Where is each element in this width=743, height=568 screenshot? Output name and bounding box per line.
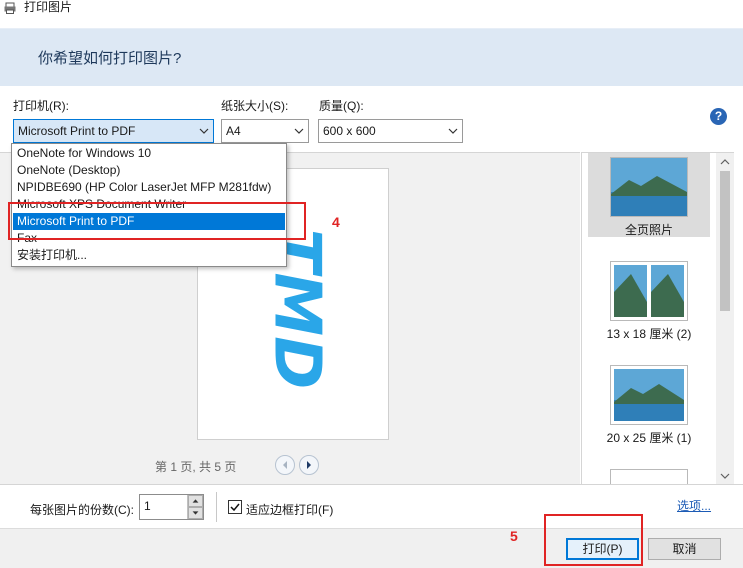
- copies-label: 每张图片的份数(C):: [30, 503, 134, 517]
- chevron-down-icon: [448, 128, 458, 134]
- chevron-left-icon: [283, 461, 287, 469]
- landscape-photo-icon: [614, 369, 684, 421]
- page-indicator: 第 1 页, 共 5 页: [155, 460, 237, 474]
- annotation-number-5: 5: [510, 528, 518, 544]
- window-title: 打印图片: [24, 0, 73, 14]
- layout-thumbnail: [610, 469, 688, 484]
- layout-list: 全页照片 13 x 18 厘米 (2) 20 x 25 厘米 (1): [581, 152, 716, 484]
- scroll-down-icon[interactable]: [720, 471, 730, 481]
- paper-size-label: 纸张大小(S):: [221, 99, 289, 113]
- fit-checkbox[interactable]: [228, 500, 242, 514]
- layout-thumbnail: [610, 365, 688, 425]
- paper-size-select[interactable]: A4: [221, 119, 309, 143]
- annotation-box-5: [544, 514, 643, 566]
- annotation-box-4: [8, 202, 306, 240]
- quality-label: 质量(Q):: [319, 99, 364, 113]
- next-page-button[interactable]: [299, 455, 319, 475]
- scroll-up-icon[interactable]: [720, 157, 730, 167]
- printer-select[interactable]: Microsoft Print to PDF: [13, 119, 214, 143]
- layout-item-partial[interactable]: [588, 465, 710, 484]
- dropdown-item[interactable]: 安装打印机...: [13, 247, 285, 264]
- layout-caption: 20 x 25 厘米 (1): [606, 431, 692, 445]
- paper-size-value: A4: [226, 124, 241, 138]
- cancel-button[interactable]: 取消: [648, 538, 721, 560]
- annotation-number-4: 4: [332, 214, 340, 230]
- chevron-right-icon: [307, 461, 311, 469]
- header-band: 你希望如何打印图片?: [0, 28, 743, 86]
- layout-caption: 全页照片: [624, 223, 673, 237]
- printer-select-value: Microsoft Print to PDF: [18, 124, 136, 138]
- divider: [216, 492, 217, 522]
- previous-page-button[interactable]: [275, 455, 295, 475]
- dropdown-item[interactable]: OneNote (Desktop): [13, 162, 285, 179]
- stepper-buttons: [187, 495, 203, 519]
- chevron-down-icon: [199, 128, 209, 134]
- layout-item-full-page[interactable]: 全页照片: [588, 153, 710, 237]
- copies-value: 1: [144, 499, 151, 513]
- quality-value: 600 x 600: [323, 124, 376, 138]
- landscape-photo-icon: [611, 158, 687, 216]
- fit-label: 适应边框打印(F): [246, 503, 334, 517]
- chevron-down-icon: [294, 128, 304, 134]
- checkmark-icon: [230, 503, 240, 512]
- layout-caption: 13 x 18 厘米 (2): [606, 327, 692, 341]
- increment-icon[interactable]: [188, 495, 203, 507]
- layout-item-20x25[interactable]: 20 x 25 厘米 (1): [588, 361, 710, 445]
- page-title: 你希望如何打印图片?: [38, 50, 182, 67]
- dropdown-item[interactable]: NPIDBE690 (HP Color LaserJet MFP M281fdw…: [13, 179, 285, 196]
- help-icon[interactable]: ?: [710, 108, 727, 125]
- copies-stepper[interactable]: 1: [139, 494, 204, 520]
- layout-scrollbar[interactable]: [716, 152, 734, 484]
- title-bar: 打印图片: [0, 0, 743, 28]
- layout-thumbnail: [610, 261, 688, 321]
- layout-item-13x18[interactable]: 13 x 18 厘米 (2): [588, 257, 710, 341]
- options-link[interactable]: 选项...: [677, 497, 711, 514]
- two-photo-icon: [614, 265, 684, 317]
- printer-icon: [4, 2, 16, 14]
- quality-select[interactable]: 600 x 600: [318, 119, 463, 143]
- scroll-thumb[interactable]: [720, 171, 730, 311]
- dropdown-item[interactable]: OneNote for Windows 10: [13, 145, 285, 162]
- decrement-icon[interactable]: [188, 507, 203, 519]
- printer-label: 打印机(R):: [13, 99, 69, 113]
- layout-thumbnail: [610, 157, 688, 217]
